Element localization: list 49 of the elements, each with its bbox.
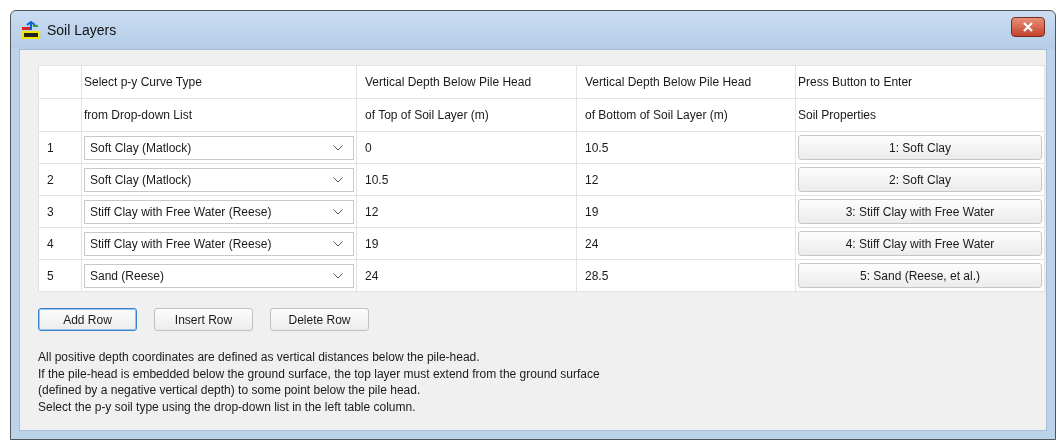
column-header: from Drop-down List [81, 98, 357, 132]
instruction-text: If the pile-head is embedded below the ground surface, the top layer must extend from the ground surface [38, 365, 601, 382]
chevron-down-icon [333, 240, 343, 247]
row-action-button[interactable]: Insert Row [154, 308, 253, 331]
row-number: 1 [38, 131, 82, 164]
instruction-text: Select the p-y soil type using the drop-down list in the left table column. [38, 398, 417, 415]
row-number: 3 [38, 195, 82, 228]
row-number: 2 [38, 163, 82, 196]
column-header: Press Button to Enter [795, 65, 1045, 99]
close-icon [1022, 22, 1034, 32]
table-cell: 24 [356, 259, 577, 292]
curve-type-dropdown[interactable]: Sand (Reese) [84, 263, 354, 288]
instruction-text: All positive depth coordinates are defined as vertical distances below the pile-head. [38, 349, 481, 366]
chevron-down-icon [333, 144, 343, 151]
chevron-down-icon [333, 208, 343, 215]
column-header: Select p-y Curve Type [81, 65, 357, 99]
column-header: of Top of Soil Layer (m) [356, 98, 577, 132]
table-cell: 10.5 [356, 163, 577, 196]
close-button[interactable] [1011, 17, 1045, 37]
table-cell: 10.5 [576, 131, 796, 164]
instruction-text: (defined by a negative vertical depth) to some point below the pile head. [38, 382, 422, 399]
row-action-button[interactable]: Delete Row [270, 308, 369, 331]
curve-type-dropdown[interactable]: Soft Clay (Matlock) [84, 135, 354, 160]
table-cell: 19 [576, 195, 796, 228]
table-cell: 0 [356, 131, 577, 164]
soil-properties-button[interactable]: 3: Stiff Clay with Free Water [798, 199, 1042, 224]
chevron-down-icon [333, 176, 343, 183]
column-header: of Bottom of Soil Layer (m) [576, 98, 796, 132]
table-cell: 19 [356, 227, 577, 260]
soil-properties-button[interactable]: 1: Soft Clay [798, 135, 1042, 160]
table-cell: 12 [576, 163, 796, 196]
column-header: Vertical Depth Below Pile Head [356, 65, 577, 99]
column-header: Vertical Depth Below Pile Head [576, 65, 796, 99]
curve-type-dropdown[interactable]: Soft Clay (Matlock) [84, 167, 354, 192]
table-cell: 24 [576, 227, 796, 260]
chevron-down-icon [333, 272, 343, 279]
table-cell: 12 [356, 195, 577, 228]
table-cell: 28.5 [576, 259, 796, 292]
row-action-button[interactable]: Add Row [38, 308, 137, 331]
soil-properties-button[interactable]: 5: Sand (Reese, et al.) [798, 263, 1042, 288]
soil-properties-button[interactable]: 4: Stiff Clay with Free Water [798, 231, 1042, 256]
curve-type-dropdown[interactable]: Stiff Clay with Free Water (Reese) [84, 199, 354, 224]
column-header: Soil Properties [795, 98, 1045, 132]
soil-properties-button[interactable]: 2: Soft Clay [798, 167, 1042, 192]
row-number: 4 [38, 227, 82, 260]
window-title: Soil Layers [47, 22, 118, 38]
curve-type-dropdown[interactable]: Stiff Clay with Free Water (Reese) [84, 231, 354, 256]
row-number: 5 [38, 259, 82, 292]
app-icon [21, 20, 41, 40]
